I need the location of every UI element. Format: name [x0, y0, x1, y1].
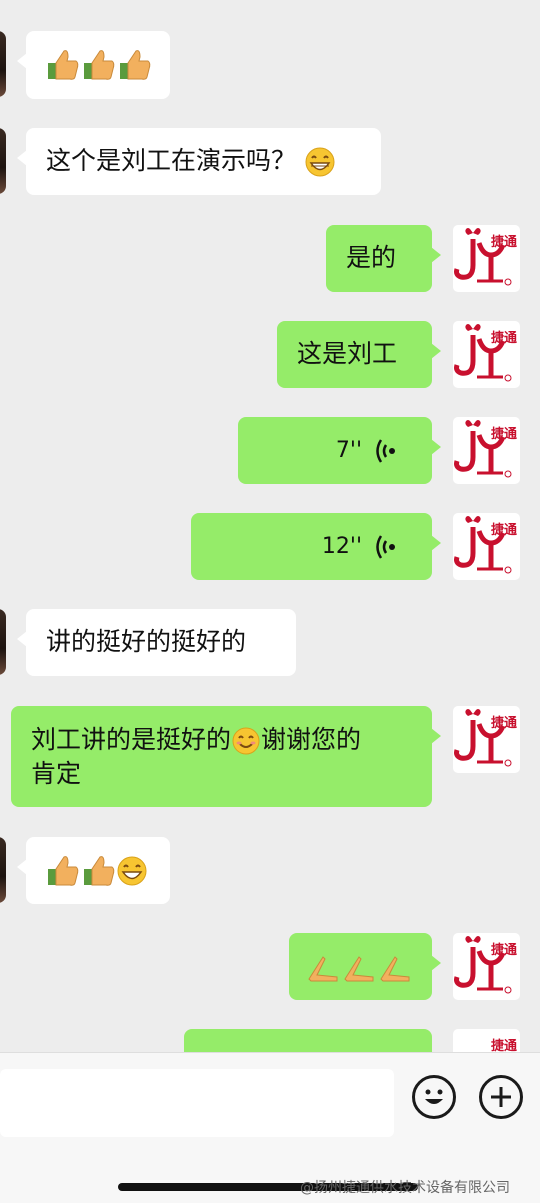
message-bubble-received[interactable]	[17, 31, 170, 99]
logo-label: 捷通	[491, 427, 518, 442]
voice-message-bubble[interactable]: 12''	[191, 513, 441, 580]
thumbs-up-icon	[120, 50, 151, 80]
my-avatar[interactable]: 捷通	[453, 1029, 520, 1052]
my-avatar[interactable]: 捷通	[453, 321, 520, 388]
voice-wave-icon	[376, 534, 395, 559]
my-avatar[interactable]: 捷通	[453, 417, 520, 484]
my-avatar[interactable]: 捷通	[453, 225, 520, 292]
message-bubble-received[interactable]: 讲的挺好的挺好的	[17, 609, 296, 676]
thumbs-up-icon	[48, 856, 79, 886]
contact-avatar[interactable]	[0, 609, 6, 675]
message-bubble-received[interactable]	[17, 837, 170, 904]
message-text: 肯定	[31, 759, 82, 788]
contact-avatar[interactable]	[0, 31, 6, 97]
message-text: 讲的挺好的挺好的	[46, 627, 247, 656]
message-input[interactable]	[0, 1069, 394, 1137]
emoji-button[interactable]	[412, 1075, 456, 1119]
my-avatar[interactable]: 捷通	[453, 513, 520, 580]
pray-icon	[380, 956, 410, 982]
contact-avatar[interactable]	[0, 837, 6, 903]
message-text: 这是刘工	[297, 339, 398, 368]
voice-duration: 7''	[335, 437, 362, 463]
message-text: 这个是刘工在演示吗？	[46, 146, 297, 175]
contact-avatar[interactable]	[0, 128, 6, 194]
voice-duration: 12''	[321, 533, 362, 559]
emoji-row	[48, 856, 147, 886]
voice-message-bubble[interactable]: 7''	[238, 417, 441, 484]
message-text: 刘工讲的是挺好的	[31, 725, 232, 754]
voice-wave-icon	[376, 438, 395, 463]
thumbs-up-icon	[84, 50, 115, 80]
logo-label: 捷通	[491, 523, 518, 538]
pray-emoji-row	[308, 956, 410, 982]
message-bubble-sent[interactable]: 这是刘工	[277, 321, 441, 388]
my-avatar[interactable]: 捷通	[453, 933, 520, 1000]
message-bubble-sent[interactable]: 是的	[326, 225, 441, 292]
my-avatar[interactable]: 捷通	[453, 706, 520, 773]
plus-icon	[491, 1087, 511, 1107]
logo-label: 捷通	[491, 716, 518, 731]
thumbs-up-emoji-row	[48, 50, 151, 80]
message-bubble-received[interactable]: 这个是刘工在演示吗？	[17, 128, 381, 195]
emoji-icon	[425, 1089, 443, 1104]
message-bubble-sent[interactable]	[289, 933, 441, 1000]
grin-icon	[117, 856, 147, 886]
message-text: 谢谢您的	[261, 725, 362, 754]
thumbs-up-icon	[48, 50, 79, 80]
pray-icon	[308, 956, 338, 982]
pray-icon	[344, 956, 374, 982]
smile-icon	[232, 727, 260, 755]
message-text: 是的	[346, 243, 397, 272]
logo-label: 捷通	[491, 235, 518, 250]
input-bar: @扬州捷通供水技术设备有限公司	[0, 1052, 540, 1203]
grin-icon	[305, 147, 335, 177]
thumbs-up-icon	[84, 856, 115, 886]
watermark: @扬州捷通供水技术设备有限公司	[300, 1180, 510, 1196]
logo-label: 捷通	[491, 1039, 518, 1052]
logo-label: 捷通	[491, 331, 518, 346]
message-bubble-sent[interactable]	[184, 1029, 441, 1052]
message-bubble-sent[interactable]: 刘工讲的是挺好的 谢谢您的 肯定	[11, 706, 441, 807]
chat-area[interactable]: 这个是刘工在演示吗？ 是的 捷通 这是刘工 捷通 7'' 捷通 12'' 捷通	[0, 0, 540, 1052]
logo-label: 捷通	[491, 943, 518, 958]
more-button[interactable]	[479, 1075, 523, 1119]
